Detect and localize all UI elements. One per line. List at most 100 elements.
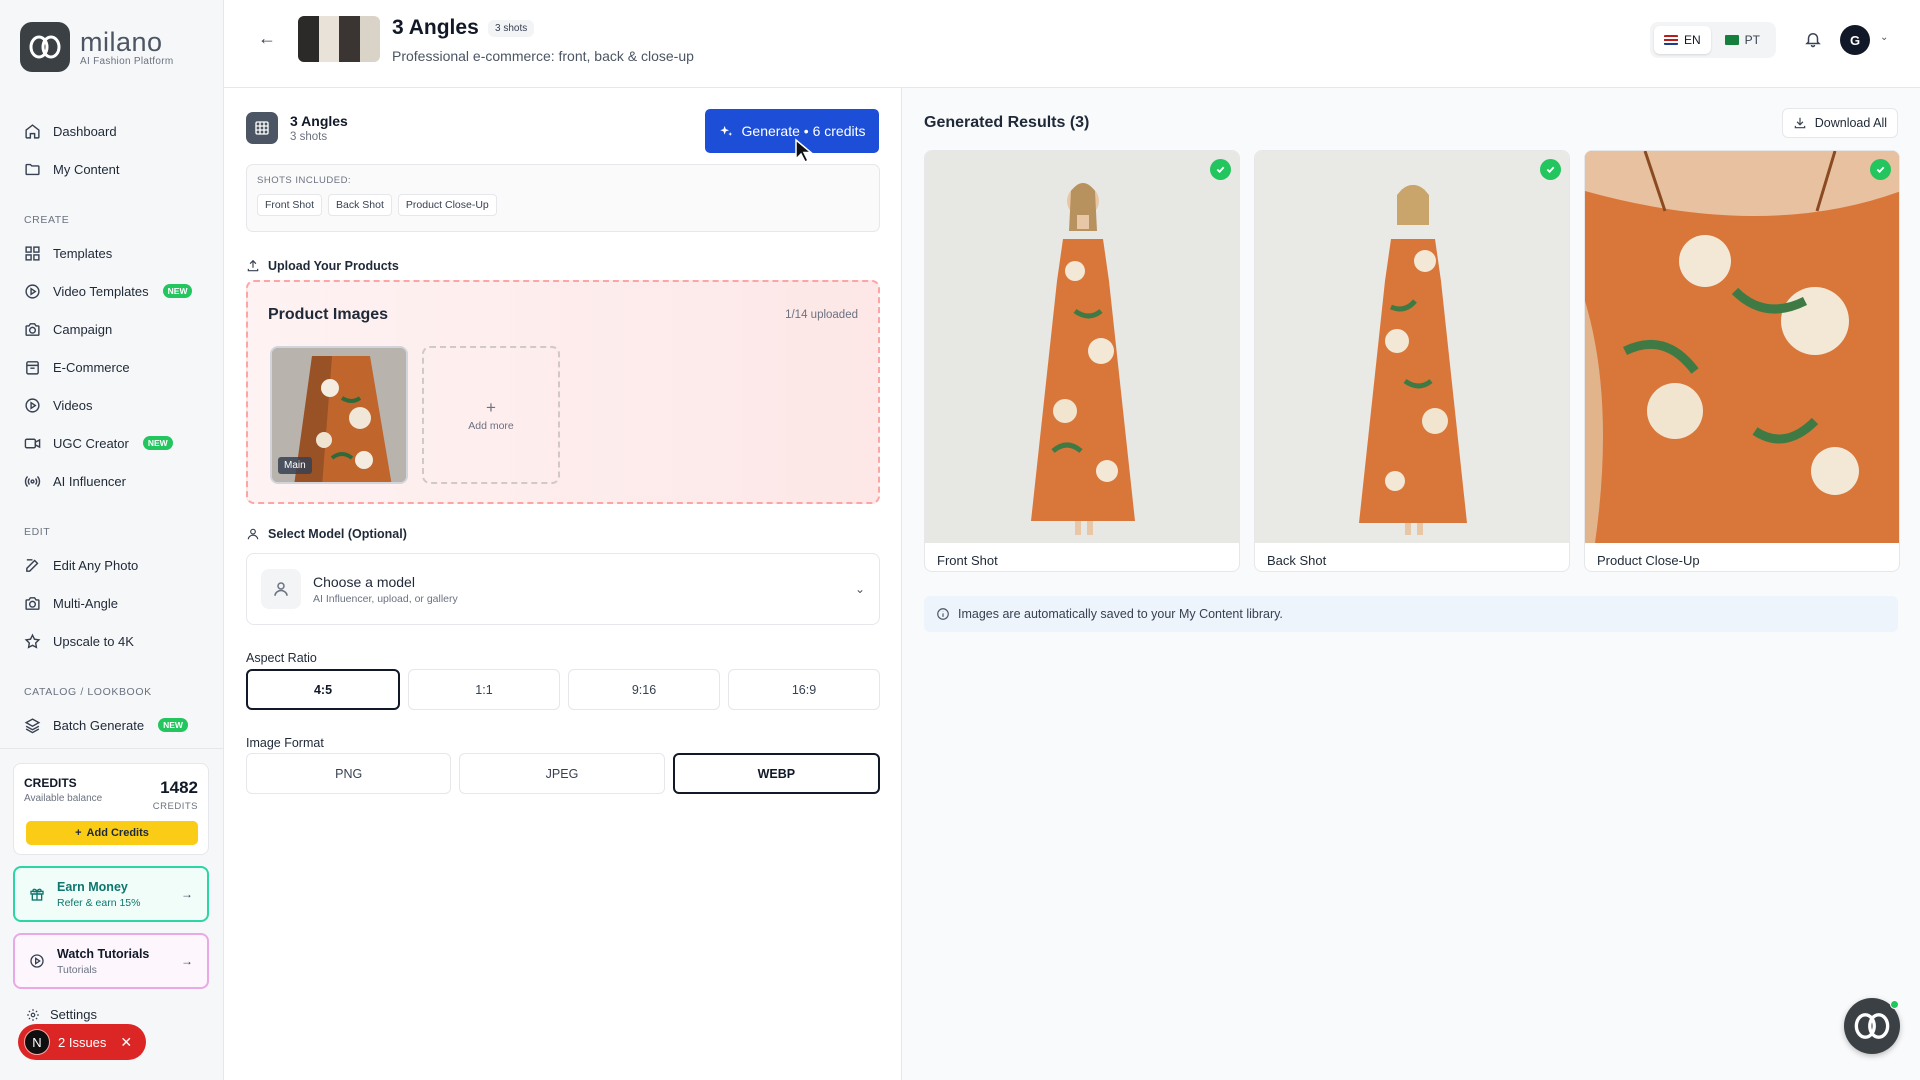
lang-pt-button[interactable]: PT: [1715, 26, 1770, 54]
sidebar-item-video-templates[interactable]: Video Templates NEW: [0, 272, 224, 310]
sidebar-item-settings[interactable]: Settings: [26, 1007, 97, 1022]
shot-chip: Front Shot: [257, 194, 323, 216]
back-arrow-icon[interactable]: ←: [258, 28, 276, 49]
back-shot-image: [1255, 151, 1569, 543]
sidebar-item-label: AI Influencer: [53, 473, 126, 489]
issues-indicator[interactable]: N 2 Issues ✕: [18, 1024, 146, 1060]
sidebar-item-videos[interactable]: Videos: [0, 386, 224, 424]
template-subtitle: 3 shots: [290, 131, 328, 143]
sidebar-item-dashboard[interactable]: Dashboard: [0, 112, 224, 150]
sidebar-item-edit-any-photo[interactable]: Edit Any Photo: [0, 546, 224, 584]
template-header: 3 Angles 3 shots: [246, 112, 348, 144]
upload-title: Product Images: [268, 306, 389, 323]
upload-count: 1/14 uploaded: [785, 309, 858, 321]
model-select-title: Choose a model: [313, 573, 415, 590]
watch-tutorials-subtitle: Tutorials: [57, 963, 97, 976]
page-title: 3 Angles: [392, 16, 479, 39]
result-card-front[interactable]: Front Shot: [924, 150, 1240, 572]
upload-icon: [247, 259, 259, 272]
sidebar-item-e-commerce[interactable]: E-Commerce: [0, 348, 224, 386]
earn-money-card[interactable]: Earn Money Refer & earn 15% →: [13, 866, 209, 922]
shot-chip: Product Close-Up: [397, 194, 497, 216]
sidebar-item-batch-generate[interactable]: Batch Generate NEW: [0, 706, 224, 744]
close-icon[interactable]: ✕: [120, 1034, 132, 1051]
user-placeholder-icon: [261, 569, 301, 609]
result-card-label: Front Shot: [937, 553, 998, 568]
aspect-option-1-1[interactable]: 1:1: [408, 669, 560, 710]
download-icon: [1794, 117, 1805, 129]
lang-en-button[interactable]: EN: [1654, 26, 1711, 54]
model-select-dropdown[interactable]: Choose a model AI Influencer, upload, or…: [246, 553, 880, 625]
section-edit-label: EDIT: [24, 526, 51, 538]
sidebar-item-my-content[interactable]: My Content: [0, 150, 224, 188]
result-card-label: Back Shot: [1267, 553, 1327, 568]
user-icon: [247, 528, 259, 540]
milano-logo-icon: [1854, 1013, 1890, 1039]
chevron-down-icon[interactable]: ⌄: [1880, 32, 1888, 43]
product-image-thumbnail[interactable]: Main: [270, 346, 408, 484]
earn-money-title: Earn Money: [57, 879, 128, 894]
format-option-jpeg[interactable]: JPEG: [459, 753, 665, 794]
arrow-right-icon: →: [181, 887, 193, 901]
download-all-label: Download All: [1814, 116, 1887, 130]
grid-icon: [25, 245, 40, 261]
arrow-right-icon: →: [181, 954, 193, 968]
generate-button[interactable]: Generate • 6 credits: [705, 109, 879, 153]
watch-tutorials-card[interactable]: Watch Tutorials Tutorials →: [13, 933, 209, 989]
sidebar-item-label: Multi-Angle: [53, 595, 119, 611]
mouse-cursor-icon: [795, 138, 814, 164]
brand-logo[interactable]: milano AI Fashion Platform: [20, 22, 174, 72]
sidebar-item-upscale[interactable]: Upscale to 4K: [0, 622, 224, 660]
add-credits-button[interactable]: + Add Credits: [26, 821, 198, 845]
aspect-option-9-16[interactable]: 9:16: [568, 669, 720, 710]
shots-count-badge: 3 shots: [488, 20, 535, 37]
check-circle-icon: [1870, 159, 1891, 180]
play-circle-icon: [30, 954, 44, 968]
video-icon: [24, 438, 41, 448]
sidebar-item-campaign[interactable]: Campaign: [0, 310, 224, 348]
aspect-ratio-options: 4:5 1:1 9:16 16:9: [246, 669, 880, 710]
gift-icon: [30, 888, 44, 901]
result-card-back[interactable]: Back Shot: [1254, 150, 1570, 572]
product-upload-dropzone[interactable]: Product Images 1/14 uploaded Main + Add …: [246, 280, 880, 504]
image-format-options: PNG JPEG WEBP: [246, 753, 880, 794]
sidebar-item-label: Upscale to 4K: [53, 633, 134, 649]
page-subtitle: Professional e-commerce: front, back & c…: [392, 48, 694, 64]
sidebar-item-label: My Content: [53, 161, 120, 177]
model-section-label: Select Model (Optional): [246, 527, 407, 541]
shot-chip: Back Shot: [328, 194, 392, 216]
section-catalog-label: CATALOG / LOOKBOOK: [24, 686, 152, 698]
star-icon: [24, 632, 41, 649]
format-option-webp[interactable]: WEBP: [672, 753, 880, 794]
results-title: Generated Results (3): [924, 114, 1090, 131]
earn-money-subtitle: Refer & earn 15%: [57, 896, 141, 909]
format-option-png[interactable]: PNG: [246, 753, 452, 794]
result-card-closeup[interactable]: Product Close-Up: [1584, 150, 1900, 572]
sidebar-item-ugc-creator[interactable]: UGC Creator NEW: [0, 424, 224, 462]
add-more-button[interactable]: + Add more: [422, 346, 560, 484]
sidebar-item-label: Campaign: [53, 321, 113, 337]
aspect-option-16-9[interactable]: 16:9: [728, 669, 880, 710]
sidebar-item-templates[interactable]: Templates: [0, 234, 224, 272]
issues-label: 2 Issues: [58, 1034, 107, 1050]
download-all-button[interactable]: Download All: [1781, 108, 1898, 138]
new-badge: NEW: [142, 436, 173, 450]
model-select-subtitle: AI Influencer, upload, or gallery: [313, 592, 458, 605]
sidebar-item-label: Batch Generate: [53, 717, 145, 733]
sidebar-item-ai-influencer[interactable]: AI Influencer: [0, 462, 224, 500]
bell-icon[interactable]: [1804, 30, 1822, 48]
shots-included-box: SHOTS INCLUDED: Front Shot Back Shot Pro…: [246, 164, 880, 232]
sidebar-item-multi-angle[interactable]: Multi-Angle: [0, 584, 224, 622]
plus-icon: +: [75, 827, 82, 839]
image-format-label: Image Format: [246, 736, 324, 750]
camera-icon: [25, 596, 40, 610]
check-circle-icon: [1210, 159, 1231, 180]
plus-icon: +: [486, 397, 496, 417]
closeup-shot-image: [1585, 151, 1899, 543]
template-title: 3 Angles: [290, 113, 348, 129]
credits-card: CREDITS Available balance 1482 CREDITS +…: [13, 763, 209, 855]
credits-balance: 1482: [160, 778, 198, 797]
user-avatar[interactable]: G: [1840, 25, 1870, 55]
edit-icon: [26, 558, 39, 572]
aspect-option-4-5[interactable]: 4:5: [246, 669, 400, 710]
